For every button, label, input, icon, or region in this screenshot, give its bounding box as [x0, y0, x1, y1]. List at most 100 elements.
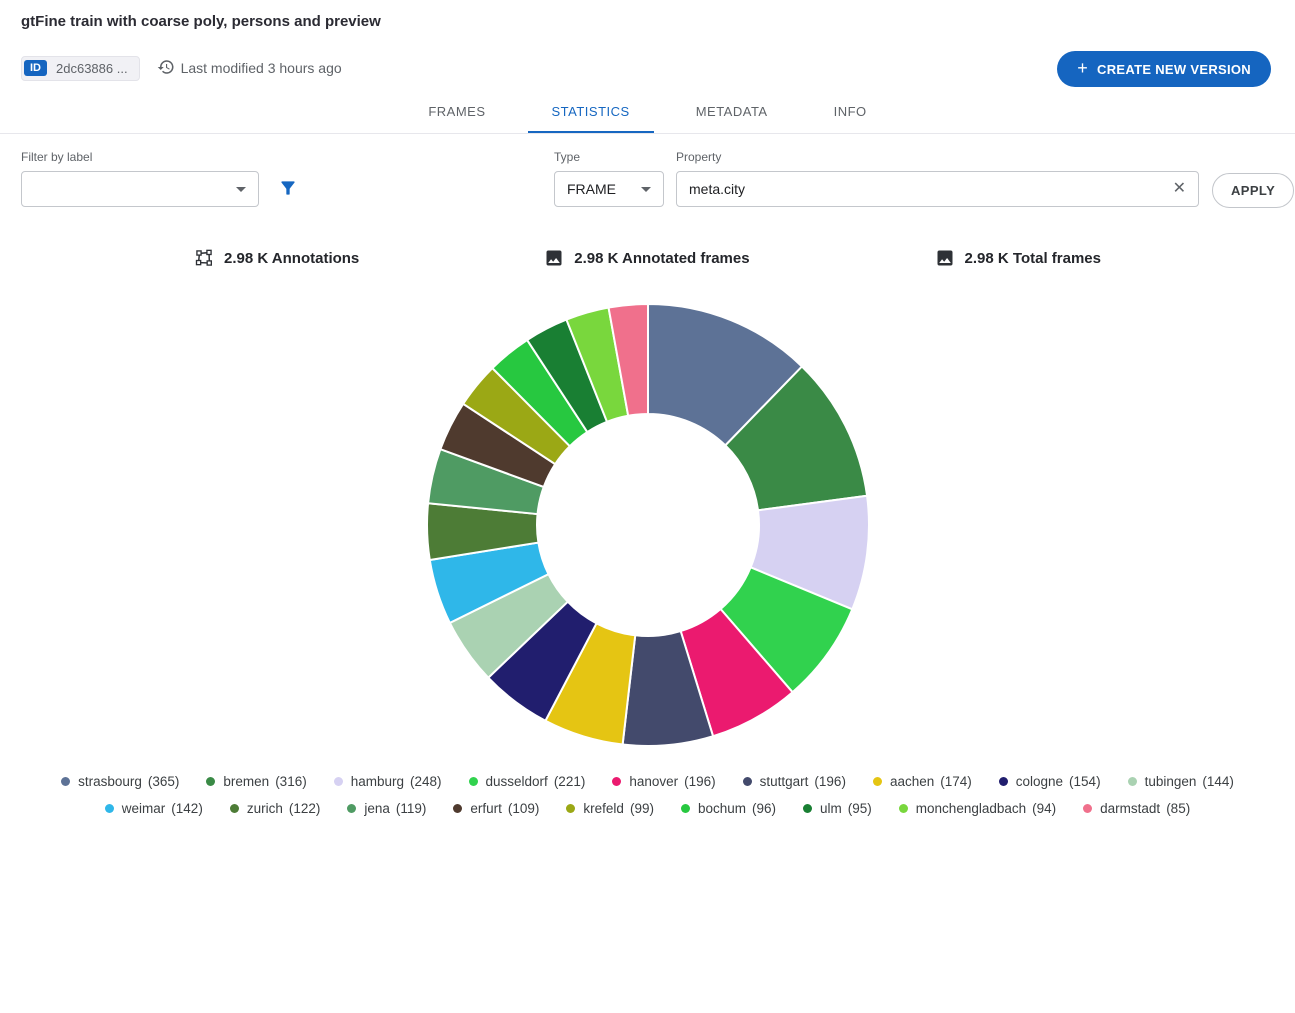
- frames-icon: [935, 248, 955, 268]
- chevron-down-icon: [236, 187, 246, 192]
- tab-info[interactable]: INFO: [810, 89, 891, 133]
- type-select[interactable]: FRAME: [554, 171, 664, 207]
- legend-count: (85): [1166, 801, 1190, 816]
- plus-icon: +: [1077, 59, 1088, 77]
- legend-label: krefeld: [583, 801, 624, 816]
- history-icon: [157, 58, 175, 79]
- legend-label: jena: [364, 801, 390, 816]
- legend-count: (248): [410, 774, 442, 789]
- last-modified: Last modified 3 hours ago: [157, 58, 342, 79]
- legend-color-dot: [999, 777, 1008, 786]
- chart-legend: strasbourg (365) bremen (316) hamburg(248) du…: [0, 774, 1295, 816]
- legend-color-dot: [899, 804, 908, 813]
- legend-color-dot: [230, 804, 239, 813]
- legend-color-dot: [803, 804, 812, 813]
- legend-item-dusseldorf[interactable]: dusseldorf (221): [469, 774, 586, 789]
- legend-item-monchengladbach[interactable]: monchengladbach (94): [899, 801, 1056, 816]
- property-input[interactable]: [689, 181, 1165, 197]
- chart-area: [0, 298, 1295, 752]
- legend-count: (119): [396, 801, 427, 816]
- legend-label: hanover: [629, 774, 678, 789]
- annotations-icon: [194, 248, 214, 268]
- legend-count: (95): [848, 801, 872, 816]
- legend-color-dot: [469, 777, 478, 786]
- id-value: 2dc63886 ...: [47, 59, 137, 78]
- legend-label: erfurt: [470, 801, 502, 816]
- legend-item-bochum[interactable]: bochum (96): [681, 801, 776, 816]
- filters-bar: Filter by label Type FRAME Property ✕ AP…: [0, 146, 1295, 228]
- stat-item: 2.98 K Total frames: [935, 248, 1101, 268]
- legend-item-hamburg[interactable]: hamburg(248): [334, 774, 442, 789]
- legend-item-tubingen[interactable]: tubingen(144): [1128, 774, 1234, 789]
- legend-label: dusseldorf: [486, 774, 548, 789]
- legend-count: (221): [554, 774, 586, 789]
- legend-color-dot: [566, 804, 575, 813]
- legend-label: zurich: [247, 801, 283, 816]
- legend-item-aachen[interactable]: aachen(174): [873, 774, 972, 789]
- legend-count: (316): [275, 774, 307, 789]
- apply-button[interactable]: APPLY: [1212, 173, 1294, 208]
- legend-color-dot: [61, 777, 70, 786]
- property-group: Property ✕: [676, 150, 1199, 207]
- legend-item-krefeld[interactable]: krefeld (99): [566, 801, 654, 816]
- stats-row: 2.98 K Annotations 2.98 K Annotated frame…: [102, 248, 1194, 268]
- legend-color-dot: [453, 804, 462, 813]
- tab-metadata[interactable]: METADATA: [672, 89, 792, 133]
- legend-count: (365): [148, 774, 180, 789]
- dataset-id-badge[interactable]: ID 2dc63886 ...: [21, 56, 140, 81]
- filter-by-label-label: Filter by label: [21, 150, 259, 164]
- legend-label: bochum: [698, 801, 746, 816]
- page-title: gtFine train with coarse poly, persons a…: [21, 13, 1271, 30]
- legend-item-cologne[interactable]: cologne (154): [999, 774, 1101, 789]
- legend-label: tubingen: [1145, 774, 1197, 789]
- legend-count: (122): [289, 801, 321, 816]
- filter-by-label-select[interactable]: [21, 171, 259, 207]
- legend-item-bremen[interactable]: bremen (316): [206, 774, 306, 789]
- legend-item-weimar[interactable]: weimar (142): [105, 801, 203, 816]
- legend-item-jena[interactable]: jena (119): [347, 801, 426, 816]
- legend-color-dot: [1128, 777, 1137, 786]
- legend-count: (94): [1032, 801, 1056, 816]
- stat-item: 2.98 K Annotated frames: [544, 248, 749, 268]
- legend-label: cologne: [1016, 774, 1063, 789]
- dataset-statistics-page: gtFine train with coarse poly, persons a…: [0, 0, 1295, 1013]
- clear-icon[interactable]: ✕: [1173, 181, 1186, 197]
- legend-label: bremen: [223, 774, 269, 789]
- page-header: gtFine train with coarse poly, persons a…: [0, 0, 1295, 80]
- legend-count: (99): [630, 801, 654, 816]
- tab-frames[interactable]: FRAMES: [404, 89, 509, 133]
- stat-text: 2.98 K Annotated frames: [574, 250, 749, 267]
- legend-color-dot: [743, 777, 752, 786]
- legend-label: strasbourg: [78, 774, 142, 789]
- legend-row: weimar (142) zurich (122) jena (119) erfurt (10…: [105, 801, 1190, 816]
- legend-color-dot: [681, 804, 690, 813]
- legend-item-stuttgart[interactable]: stuttgart(196): [743, 774, 846, 789]
- type-label: Type: [554, 150, 664, 164]
- city-distribution-donut-chart: [421, 298, 875, 752]
- legend-label: weimar: [122, 801, 166, 816]
- tab-statistics[interactable]: STATISTICS: [528, 89, 654, 133]
- legend-item-zurich[interactable]: zurich (122): [230, 801, 321, 816]
- legend-count: (109): [508, 801, 540, 816]
- legend-count: (196): [814, 774, 846, 789]
- legend-color-dot: [873, 777, 882, 786]
- legend-count: (96): [752, 801, 776, 816]
- legend-item-hanover[interactable]: hanover(196): [612, 774, 715, 789]
- legend-color-dot: [206, 777, 215, 786]
- legend-label: monchengladbach: [916, 801, 1026, 816]
- legend-item-erfurt[interactable]: erfurt (109): [453, 801, 539, 816]
- type-group: Type FRAME: [554, 150, 664, 207]
- filter-funnel-icon[interactable]: [278, 178, 298, 203]
- stat-text: 2.98 K Annotations: [224, 250, 359, 267]
- last-modified-text: Last modified 3 hours ago: [181, 60, 342, 76]
- stat-text: 2.98 K Total frames: [965, 250, 1101, 267]
- create-new-version-button[interactable]: + CREATE NEW VERSION: [1057, 51, 1271, 87]
- chevron-down-icon: [641, 187, 651, 192]
- legend-color-dot: [1083, 804, 1092, 813]
- legend-item-ulm[interactable]: ulm(95): [803, 801, 872, 816]
- legend-count: (174): [940, 774, 972, 789]
- legend-item-strasbourg[interactable]: strasbourg (365): [61, 774, 179, 789]
- legend-count: (154): [1069, 774, 1101, 789]
- legend-item-darmstadt[interactable]: darmstadt(85): [1083, 801, 1190, 816]
- legend-count: (142): [171, 801, 203, 816]
